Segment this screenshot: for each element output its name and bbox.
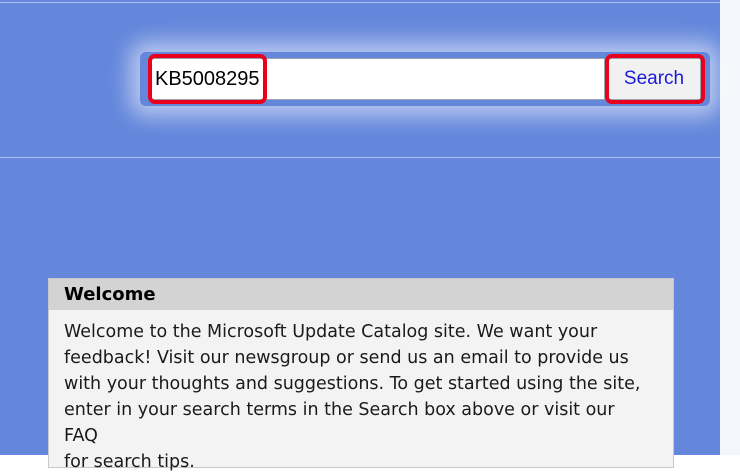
welcome-message-line: for search tips. — [64, 452, 195, 472]
page-right-margin — [720, 0, 740, 455]
welcome-message-line: with your thoughts and suggestions. To g… — [64, 374, 641, 394]
search-input[interactable] — [151, 58, 605, 100]
welcome-panel: Welcome Welcome to the Microsoft Update … — [48, 278, 674, 472]
welcome-message-line: Welcome to the Microsoft Update Catalog … — [64, 322, 598, 342]
header-bottom-divider — [0, 157, 720, 158]
welcome-message: Welcome to the Microsoft Update Catalog … — [49, 310, 658, 475]
header-top-divider — [0, 2, 720, 3]
welcome-message-line: feedback! Visit our newsgroup or send us… — [64, 348, 629, 368]
welcome-title: Welcome — [49, 279, 673, 310]
search-button[interactable]: Search — [607, 58, 701, 100]
welcome-message-line: enter in your search terms in the Search… — [64, 400, 615, 446]
